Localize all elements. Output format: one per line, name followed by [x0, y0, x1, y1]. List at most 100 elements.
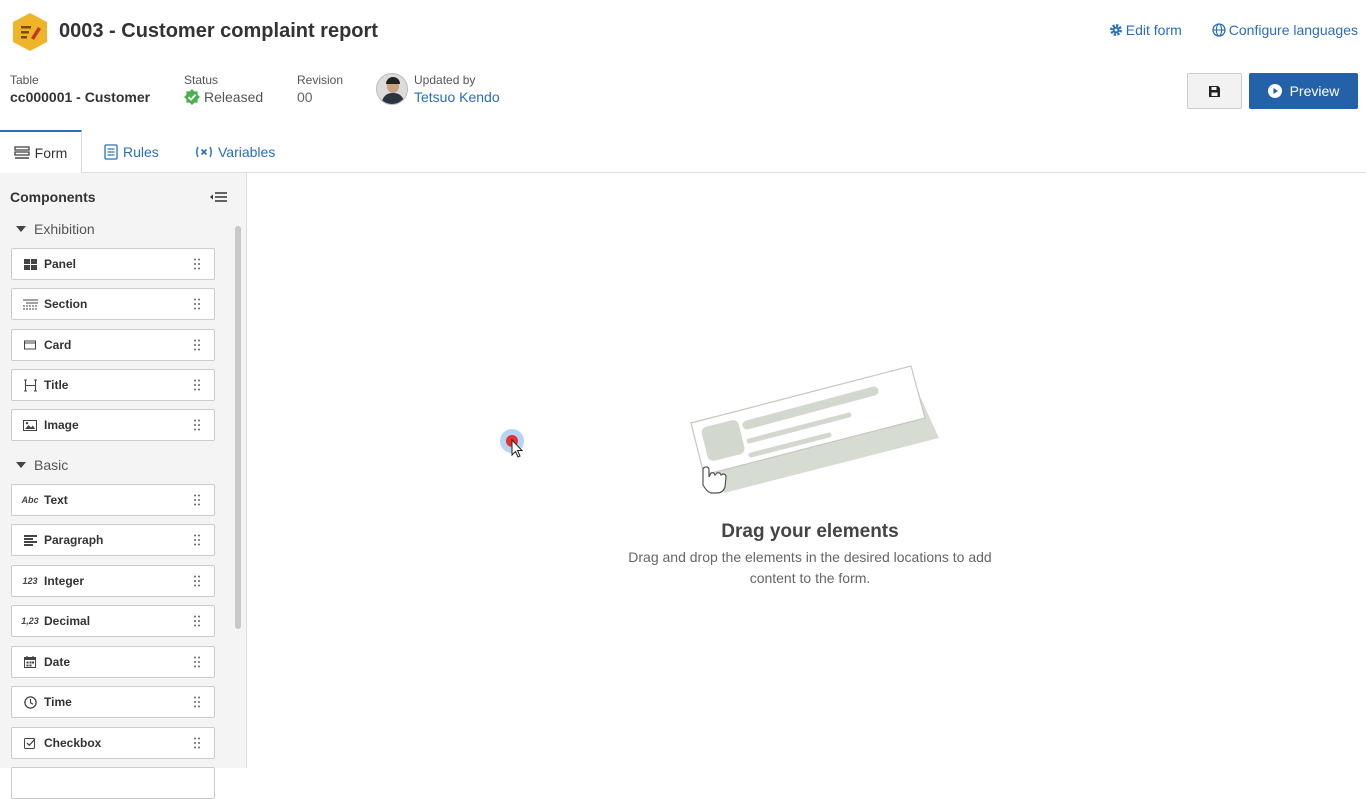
- components-title: Components: [10, 189, 96, 205]
- title-icon: [23, 378, 37, 392]
- page-title: 0003 - Customer complaint report: [59, 20, 378, 42]
- drag-handle-icon[interactable]: [194, 656, 200, 668]
- section-icon: [22, 299, 38, 309]
- drag-handle-icon[interactable]: [194, 339, 200, 351]
- preview-button[interactable]: Preview: [1249, 73, 1358, 109]
- component-text-label: Text: [44, 493, 68, 507]
- tab-form[interactable]: Form: [0, 130, 82, 174]
- updated-by-label: Updated by: [414, 73, 476, 87]
- form-canvas[interactable]: Drag your elements Drag and drop the ele…: [247, 173, 1366, 768]
- tab-rules[interactable]: Rules: [104, 130, 159, 173]
- component-title[interactable]: Title: [11, 369, 215, 401]
- component-decimal[interactable]: 1,23 Decimal: [11, 605, 215, 637]
- component-card[interactable]: Card: [11, 329, 215, 361]
- caret-down-icon: [16, 226, 26, 232]
- paragraph-icon: [23, 534, 37, 546]
- component-image-label: Image: [44, 418, 79, 432]
- component-date-label: Date: [44, 655, 71, 669]
- components-sidebar: Components Exhibition Panel Section Card…: [0, 173, 247, 799]
- drag-handle-icon[interactable]: [194, 379, 200, 391]
- updated-by-user-link[interactable]: Tetsuo Kendo: [414, 89, 500, 105]
- component-decimal-label: Decimal: [44, 614, 91, 628]
- drag-handle-icon[interactable]: [194, 419, 200, 431]
- drag-handle-icon[interactable]: [194, 298, 200, 310]
- calendar-icon: [24, 656, 36, 668]
- component-section-label: Section: [44, 297, 88, 311]
- updated-by-meta: Updated by Tetsuo Kendo: [376, 73, 500, 105]
- component-checkbox-label: Checkbox: [44, 736, 102, 750]
- clock-icon: [23, 695, 37, 709]
- status-label: Status: [184, 73, 219, 87]
- avatar: [376, 73, 408, 105]
- edit-form-link[interactable]: Edit form: [1109, 22, 1182, 38]
- component-card-label: Card: [44, 338, 72, 352]
- header: 0003 - Customer complaint report Edit fo…: [0, 0, 1366, 130]
- tab-variables-label: Variables: [218, 143, 276, 160]
- component-checkbox[interactable]: Checkbox: [11, 727, 215, 759]
- drag-handle-icon[interactable]: [194, 258, 200, 270]
- drag-elements-illustration: [690, 365, 939, 494]
- tab-rules-label: Rules: [123, 143, 159, 160]
- component-date[interactable]: Date: [11, 646, 215, 678]
- tab-bar: Form Rules Variables: [0, 130, 1366, 174]
- component-image[interactable]: Image: [11, 409, 215, 441]
- group-basic-label: Basic: [34, 457, 69, 473]
- collapse-sidebar-icon[interactable]: [210, 191, 227, 203]
- drag-handle-icon[interactable]: [194, 534, 200, 546]
- sidebar-scrollbar[interactable]: [235, 226, 241, 629]
- component-paragraph-label: Paragraph: [44, 533, 104, 547]
- rules-icon: [104, 143, 118, 160]
- component-integer-label: Integer: [44, 574, 85, 588]
- configure-languages-label: Configure languages: [1228, 22, 1358, 38]
- text-icon: Abc: [21, 495, 39, 505]
- preview-label: Preview: [1289, 83, 1340, 99]
- component-section[interactable]: Section: [11, 288, 215, 320]
- form-icon: [14, 146, 30, 159]
- group-exhibition[interactable]: Exhibition: [16, 221, 95, 237]
- image-icon: [23, 419, 37, 431]
- save-button[interactable]: [1187, 73, 1242, 109]
- component-text[interactable]: Abc Text: [11, 484, 215, 516]
- revision-meta: Revision 00: [297, 73, 343, 105]
- edit-form-label: Edit form: [1125, 22, 1182, 38]
- checkbox-icon: [24, 738, 36, 749]
- variables-icon: [196, 146, 212, 157]
- component-panel[interactable]: Panel: [11, 248, 215, 280]
- tab-form-label: Form: [34, 145, 68, 161]
- empty-state-title: Drag your elements: [721, 521, 899, 542]
- component-paragraph[interactable]: Paragraph: [11, 524, 215, 556]
- tab-variables[interactable]: Variables: [195, 130, 275, 173]
- table-meta: Table cc000001 - Customer: [10, 73, 150, 105]
- drag-handle-icon[interactable]: [194, 615, 200, 627]
- component-panel-label: Panel: [44, 257, 77, 271]
- card-icon: [24, 340, 36, 350]
- status-meta: Status Released: [184, 73, 263, 105]
- integer-icon: 123: [22, 576, 38, 586]
- empty-state-description: Drag and drop the elements in the desire…: [628, 549, 992, 586]
- component-partial[interactable]: [11, 767, 215, 799]
- revision-value: 00: [297, 89, 313, 105]
- status-value: Released: [204, 89, 264, 105]
- drag-handle-icon[interactable]: [194, 696, 200, 708]
- caret-down-icon: [16, 462, 26, 468]
- component-integer[interactable]: 123 Integer: [11, 565, 215, 597]
- configure-languages-link[interactable]: Configure languages: [1212, 22, 1358, 38]
- group-basic[interactable]: Basic: [16, 457, 68, 473]
- group-exhibition-label: Exhibition: [34, 221, 95, 237]
- floppy-disk-icon: [1209, 85, 1220, 97]
- revision-label: Revision: [297, 73, 344, 87]
- drag-handle-icon[interactable]: [194, 494, 200, 506]
- mouse-cursor-icon: [500, 429, 524, 458]
- component-time-label: Time: [44, 695, 72, 709]
- component-time[interactable]: Time: [11, 686, 215, 718]
- gear-icon: [1109, 24, 1122, 36]
- component-title-label: Title: [44, 378, 69, 392]
- drag-handle-icon[interactable]: [194, 737, 200, 749]
- table-value: cc000001 - Customer: [10, 89, 151, 105]
- globe-icon: [1212, 23, 1226, 37]
- top-links: Edit form Configure languages: [1109, 22, 1358, 38]
- status-badge: Released: [184, 89, 263, 105]
- play-circle-icon: [1267, 84, 1282, 98]
- drag-handle-icon[interactable]: [194, 575, 200, 587]
- decimal-icon: 1,23: [21, 616, 39, 626]
